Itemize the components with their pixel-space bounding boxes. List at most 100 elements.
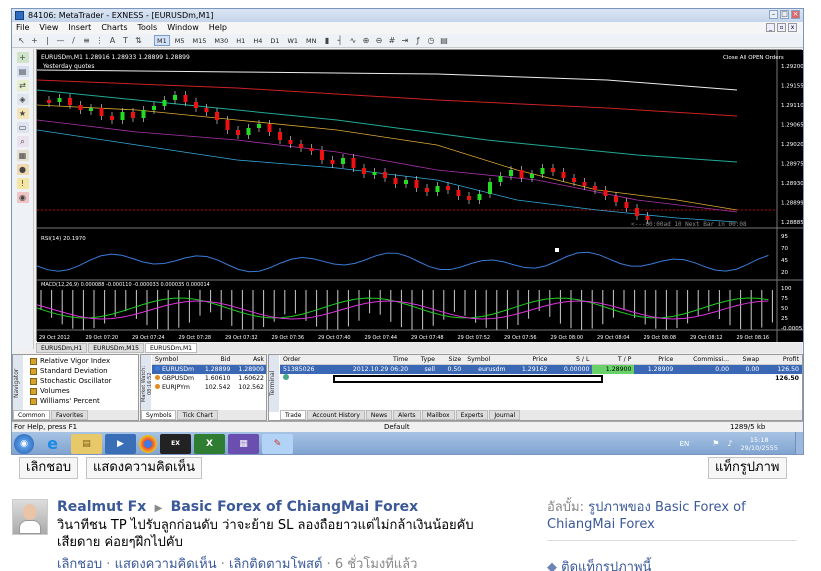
menu-tools[interactable]: Tools [137,22,157,34]
timeframe-h4[interactable]: H4 [250,35,265,46]
menu-charts[interactable]: Charts [101,22,127,34]
timeframe-m15[interactable]: M15 [190,35,210,46]
settings-icon[interactable]: ◉ [16,192,29,203]
market-watch-row[interactable]: EURJPYm 102.542 102.562 [152,383,266,392]
market-watch-tab-0[interactable]: Symbols [141,410,177,420]
media-player-icon[interactable]: ▶ [105,433,136,454]
market-watch-row[interactable]: GBPUSDm 1.60610 1.60622 [152,374,266,383]
post-action-2[interactable]: เลิกติดตามโพสต์ [229,557,322,571]
market-watch-row[interactable]: EURUSDm 1.28899 1.28909 [152,364,266,374]
terminal-tab-5[interactable]: Experts [455,410,489,420]
terminal-tab-0[interactable]: Trade [280,410,307,420]
chart-window[interactable]: 1.29200 1.29155 1.29110 1.29065 1.29020 1.289… [36,49,803,342]
terminal-col[interactable]: Price [634,355,677,365]
tray-flag-icon[interactable]: ⚑ [712,439,719,448]
line-icon[interactable]: ∿ [348,35,359,46]
terminal-col[interactable]: Swap [732,355,763,365]
new-order-icon[interactable]: ▦ [16,150,29,161]
horizontal-line-icon[interactable]: — [55,35,66,46]
internet-explorer-icon[interactable]: e [37,434,68,454]
timeframe-d1[interactable]: D1 [267,35,282,46]
timeframe-m5[interactable]: M5 [172,35,188,46]
timeframe-w1[interactable]: W1 [284,35,301,46]
candles-icon[interactable]: ▮ [322,35,333,46]
tester-icon[interactable]: ⌕ [16,136,29,147]
chart-tab-0[interactable]: EURUSDm,H1 [36,343,88,353]
mw-col-bid[interactable]: Bid [199,355,234,365]
menu-window[interactable]: Window [167,22,199,34]
grid-icon[interactable]: # [387,35,398,46]
chart-tab-1[interactable]: EURUSDm,M15 [88,343,145,353]
indicator-item[interactable]: Stochastic Oscillator [26,376,138,386]
alert-icon[interactable]: ! [16,178,29,189]
mdi-minimize-button[interactable]: _ [766,23,775,32]
exness-terminal-icon[interactable]: EX [160,433,191,454]
post-action-0[interactable]: เลิกชอบ [57,557,102,571]
bars-icon[interactable]: ┤ [335,35,346,46]
label-icon[interactable]: T [120,35,131,46]
navigator-tab-common[interactable]: Common [13,410,51,420]
terminal-tab-3[interactable]: Alerts [393,410,421,420]
author-name-link[interactable]: Realmut Fx [57,499,146,515]
profiles-icon[interactable]: ▤ [16,66,29,77]
mw-col-symbol[interactable]: Symbol [152,355,200,365]
templates-icon[interactable]: ▤ [439,35,450,46]
vertical-line-icon[interactable]: | [42,35,53,46]
tag-photo-button[interactable]: แท็กรูปภาพ [708,457,787,479]
timeframe-mn[interactable]: MN [303,35,319,46]
text-icon[interactable]: A [107,35,118,46]
folder-icon[interactable]: ▤ [71,433,102,454]
market-watch-icon[interactable]: ⇄ [16,80,29,91]
navigator-icon[interactable]: ★ [16,108,29,119]
indicator-item[interactable]: Volumes [26,386,138,396]
terminal-icon[interactable]: ▭ [16,122,29,133]
chrome-icon[interactable] [139,434,157,453]
minimize-button[interactable]: – [769,10,778,19]
author-avatar[interactable] [12,499,48,535]
market-watch-tab-1[interactable]: Tick Chart [177,410,218,420]
chart-tab-2[interactable]: EURUSDm,M1 [145,343,197,353]
terminal-col[interactable]: Price [508,355,551,365]
file-manager-icon[interactable]: ▦ [228,433,259,454]
timeframe-h1[interactable]: H1 [233,35,248,46]
group-name-link[interactable]: Basic Forex of ChiangMai Forex [171,499,419,515]
terminal-col[interactable]: Profit [762,355,802,365]
price-chart-area[interactable]: 1.29200 1.29155 1.29110 1.29065 1.29020 1.289… [36,50,803,342]
trendline-icon[interactable]: / [68,35,79,46]
terminal-tab-6[interactable]: Journal [489,410,521,420]
data-window-icon[interactable]: ◈ [16,94,29,105]
volume-icon[interactable]: ♪ [727,439,732,448]
indicator-item[interactable]: Standard Deviation [26,366,138,376]
expert-advisors-icon[interactable]: ● [16,164,29,175]
arrows-icon[interactable]: ⇅ [133,35,144,46]
zoom-in-icon[interactable]: ⊕ [361,35,372,46]
excel-icon[interactable]: X [194,433,225,454]
paint-icon[interactable]: ✎ [262,433,293,454]
cursor-icon[interactable]: ↖ [16,35,27,46]
timeframe-m1[interactable]: M1 [154,35,170,46]
timeframe-m30[interactable]: M30 [211,35,231,46]
menu-insert[interactable]: Insert [68,22,91,34]
new-chart-icon[interactable]: + [16,52,29,63]
start-button[interactable]: ◉ [14,433,34,454]
indicator-item[interactable]: Williams' Percent [26,396,138,406]
periods-icon[interactable]: ◷ [426,35,437,46]
navigator-tab-favorites[interactable]: Favorites [51,410,89,420]
channel-icon[interactable]: ≡ [81,35,92,46]
terminal-col[interactable]: Symbol [464,355,509,365]
terminal-col[interactable]: Time [329,355,412,365]
menu-help[interactable]: Help [209,22,227,34]
language-indicator[interactable]: EN [680,440,690,448]
terminal-col[interactable]: Type [411,355,438,365]
close-button[interactable]: × [791,10,800,19]
terminal-tab-1[interactable]: Account History [307,410,365,420]
indicators-icon[interactable]: ƒ [413,35,424,46]
mdi-close-button[interactable]: x [788,23,797,32]
mdi-restore-button[interactable]: ▫ [777,23,786,32]
crosshair-icon[interactable]: + [29,35,40,46]
terminal-col[interactable]: T / P [592,355,635,365]
close-all-orders-label[interactable]: Close All OPEN Orders [723,55,784,61]
post-action-1[interactable]: แสดงความคิดเห็น [115,557,217,571]
fibonacci-icon[interactable]: ⋮ [94,35,105,46]
autoscroll-icon[interactable]: ⇥ [400,35,411,46]
